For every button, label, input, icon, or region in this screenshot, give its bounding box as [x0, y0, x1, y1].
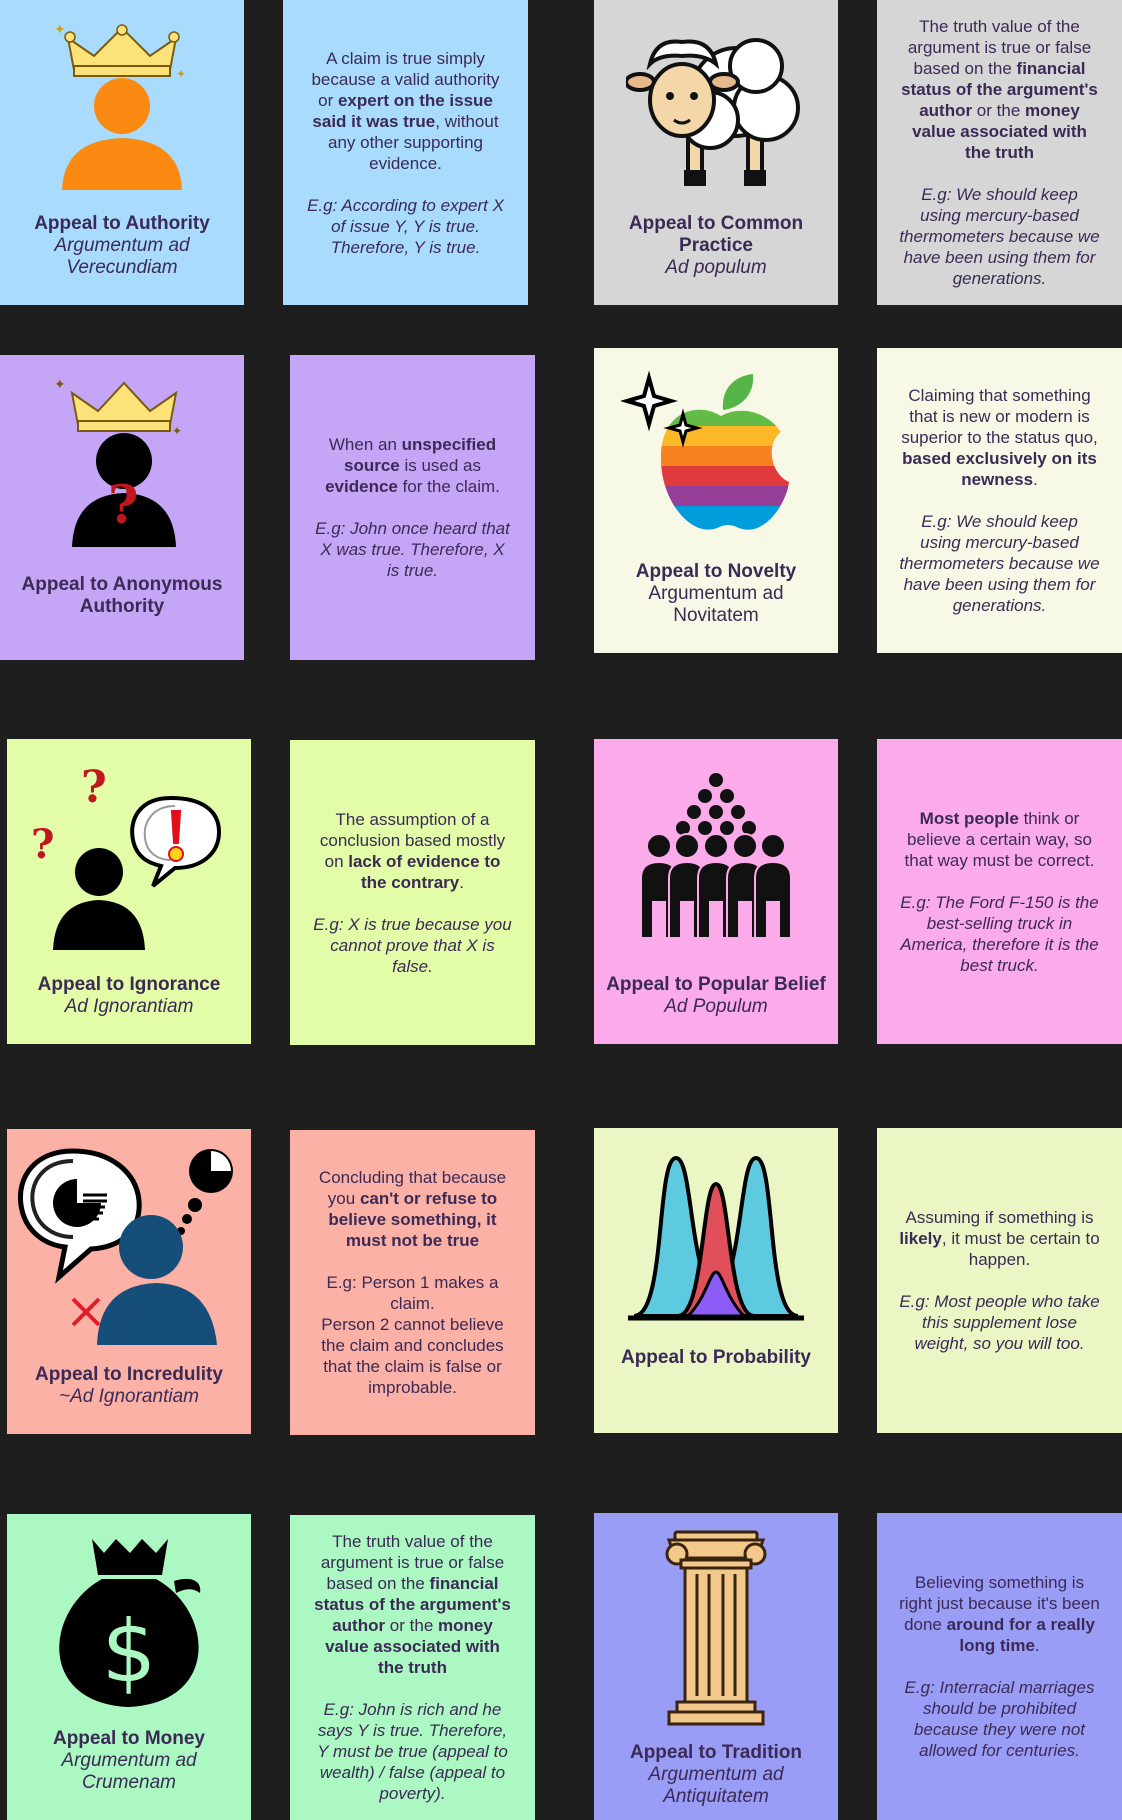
- body-text: is used as: [399, 456, 481, 475]
- card-example: E.g: Interracial marriages should be pro…: [904, 1678, 1095, 1760]
- desc-authority: A claim is true simply because a valid a…: [283, 0, 528, 305]
- svg-text:?: ?: [81, 762, 107, 813]
- card-title: Appeal to Anonymous Authority: [21, 574, 223, 617]
- svg-text:?: ?: [108, 475, 138, 536]
- desc-novelty: Claiming that something that is new or m…: [877, 348, 1122, 653]
- greek-column-icon: [594, 1513, 838, 1742]
- card-popular-belief: Appeal to Popular Belief Ad Populum: [594, 739, 838, 1044]
- card-title: Appeal to Incredulity: [35, 1364, 223, 1385]
- desc-common-practice: The truth value of the argument is true …: [877, 0, 1122, 305]
- card-example: E.g: Person 1 makes a claim. Person 2 ca…: [321, 1273, 504, 1397]
- card-subtitle: Argumentum ad Antiquitatem: [648, 1764, 784, 1807]
- card-example: E.g: John once heard that X was true. Th…: [315, 519, 510, 580]
- card-subtitle: Ad Populum: [664, 996, 768, 1017]
- card-title: Appeal to Ignorance: [37, 974, 221, 995]
- card-example: E.g: We should keep using mercury-based …: [899, 185, 1100, 288]
- card-description: A claim is true simply because a valid a…: [305, 48, 506, 174]
- card-title: Appeal to Authority: [34, 213, 210, 234]
- card-ignorance: ? ? Appeal to Ignorance Ad Ignorantiam: [7, 739, 251, 1044]
- card-incredulity: Appeal to Incredulity ~Ad Ignorantiam: [7, 1129, 251, 1434]
- svg-text:$: $: [102, 1602, 157, 1702]
- svg-text:✦: ✦: [172, 424, 182, 438]
- rainbow-apple-icon: [594, 348, 838, 561]
- card-description: Assuming if something is likely, it must…: [899, 1207, 1100, 1270]
- card-title: Appeal to Money: [52, 1728, 205, 1749]
- card-description: Concluding that because you can't or ref…: [312, 1167, 513, 1251]
- anonymous-crowned-person-icon: ✦ ✦ ?: [0, 355, 244, 574]
- card-subtitle: Ad populum: [665, 257, 767, 278]
- card-description: Most people think or believe a certain w…: [899, 808, 1100, 871]
- desc-incredulity: Concluding that because you can't or ref…: [290, 1130, 535, 1435]
- card-subtitle: Argumentum ad Crumenam: [61, 1750, 197, 1793]
- card-title: Appeal to Common Practice: [628, 213, 804, 256]
- card-anonymous-authority: ✦ ✦ ? Appeal to Anonymous Authority: [0, 355, 244, 660]
- card-authority: ✦ ✦ Appeal to Authority Argumentum ad Ve…: [0, 0, 244, 305]
- money-bag-icon: $: [7, 1514, 251, 1728]
- emphasis-text: around for a really long time: [946, 1615, 1095, 1655]
- card-subtitle: Argumentum ad Verecundiam: [54, 235, 190, 278]
- card-example: E.g: We should keep using mercury-based …: [899, 512, 1100, 615]
- doubting-person-icon: [7, 1129, 251, 1364]
- svg-text:✦: ✦: [176, 67, 186, 81]
- emphasis-text: evidence: [325, 477, 398, 496]
- card-example: E.g: X is true because you cannot prove …: [313, 914, 512, 976]
- card-example: E.g: The Ford F-150 is the best-selling …: [900, 892, 1099, 975]
- body-text: .: [459, 872, 464, 892]
- emphasis-text: based exclusively on its newness: [902, 449, 1097, 489]
- card-description: The assumption of a conclusion based mos…: [312, 809, 513, 893]
- crowd-pyramid-icon: [594, 739, 838, 974]
- card-money: $ Appeal to Money Argumentum ad Crumenam: [7, 1514, 251, 1820]
- card-description: Believing something is right just becaus…: [899, 1572, 1100, 1656]
- emphasis-text: lack of evidence to the contrary: [348, 851, 501, 892]
- body-text: Assuming if something is: [905, 1208, 1094, 1227]
- card-subtitle: Argumentum ad Novitatem: [648, 583, 784, 626]
- card-title: Appeal to Tradition: [629, 1742, 803, 1763]
- card-example: E.g: According to expert X of issue Y, Y…: [307, 195, 504, 257]
- card-description: When an unspecified source is used as ev…: [312, 434, 513, 497]
- card-tradition: Appeal to Tradition Argumentum ad Antiqu…: [594, 1513, 838, 1820]
- desc-tradition: Believing something is right just becaus…: [877, 1513, 1122, 1820]
- body-text: for the claim.: [397, 477, 500, 496]
- card-description: Claiming that something that is new or m…: [899, 385, 1100, 490]
- card-description: The truth value of the argument is true …: [312, 1531, 513, 1678]
- card-common-practice: Appeal to Common Practice Ad populum: [594, 0, 838, 305]
- svg-text:✦: ✦: [54, 22, 66, 37]
- desc-popular-belief: Most people think or believe a certain w…: [877, 739, 1122, 1044]
- confused-person-icon: ? ?: [7, 739, 251, 974]
- svg-text:✦: ✦: [54, 376, 66, 392]
- body-text: When an: [328, 435, 402, 454]
- card-subtitle: Ad Ignorantiam: [64, 996, 194, 1017]
- card-title: Appeal to Novelty: [635, 561, 797, 582]
- emphasis-text: Most people: [919, 808, 1019, 828]
- desc-probability: Assuming if something is likely, it must…: [877, 1128, 1122, 1433]
- desc-anonymous-authority: When an unspecified source is used as ev…: [290, 355, 535, 660]
- card-description: The truth value of the argument is true …: [899, 16, 1100, 163]
- card-example: E.g: Most people who take this supplemen…: [899, 1292, 1100, 1353]
- card-title: Appeal to Popular Belief: [606, 974, 826, 995]
- body-text: Claiming that something that is new or m…: [901, 386, 1098, 447]
- crowned-person-icon: ✦ ✦: [0, 0, 244, 213]
- card-probability: Appeal to Probability: [594, 1128, 838, 1433]
- desc-money: The truth value of the argument is true …: [290, 1515, 535, 1820]
- body-text: .: [1033, 470, 1038, 489]
- svg-text:?: ?: [31, 821, 54, 868]
- bell-curves-icon: [594, 1128, 838, 1347]
- emphasis-text: likely: [899, 1229, 942, 1248]
- body-text: or the: [385, 1616, 438, 1635]
- card-title: Appeal to Probability: [620, 1347, 812, 1368]
- card-novelty: Appeal to Novelty Argumentum ad Novitate…: [594, 348, 838, 653]
- desc-ignorance: The assumption of a conclusion based mos…: [290, 740, 535, 1045]
- body-text: or the: [972, 101, 1025, 120]
- sheep-icon: [594, 0, 838, 213]
- card-subtitle: ~Ad Ignorantiam: [59, 1386, 199, 1407]
- body-text: , it must be certain to happen.: [941, 1229, 1100, 1269]
- body-text: .: [1034, 1636, 1040, 1655]
- card-example: E.g: John is rich and he says Y is true.…: [317, 1700, 508, 1803]
